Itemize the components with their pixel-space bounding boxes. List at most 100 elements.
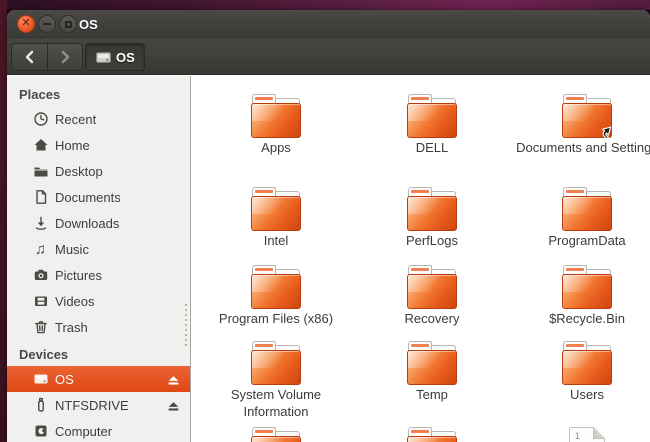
- sidebar-item-pictures[interactable]: Pictures: [7, 262, 190, 288]
- sidebar-item-music[interactable]: ♫ Music: [7, 236, 190, 262]
- folder-item-intel[interactable]: Intel: [201, 187, 351, 249]
- folder-icon: [251, 341, 301, 385]
- folder-icon: [251, 427, 301, 442]
- sidebar-item-label: Music: [55, 242, 89, 257]
- folder-item-dell[interactable]: DELL: [357, 94, 507, 156]
- folder-icon: [562, 265, 612, 309]
- folder-label: Program Files (x86): [201, 310, 351, 327]
- close-icon: ✕: [21, 18, 30, 29]
- folder-item-users[interactable]: Users: [512, 341, 650, 403]
- folder-icon: [251, 94, 301, 138]
- chevron-left-icon: [22, 49, 38, 65]
- folder-icon: [251, 265, 301, 309]
- folder-item-partial[interactable]: [357, 427, 507, 442]
- harddrive-icon: [32, 371, 49, 388]
- sidebar-item-label: Home: [55, 138, 90, 153]
- folder-label: PerfLogs: [357, 232, 507, 249]
- folder-label: Apps: [201, 139, 351, 156]
- chevron-right-icon: [57, 49, 73, 65]
- sidebar-item-label: Downloads: [55, 216, 119, 231]
- folder-view[interactable]: Apps DELL Documents and Settings Intel PerfL…: [191, 76, 650, 442]
- sidebar-item-label: Recent: [55, 112, 96, 127]
- maximize-icon: [65, 21, 72, 28]
- folder-icon: [407, 265, 457, 309]
- usb-drive-icon: [32, 397, 49, 414]
- folder-item-temp[interactable]: Temp: [357, 341, 507, 403]
- sidebar-item-label: Desktop: [55, 164, 103, 179]
- folder-icon: [407, 94, 457, 138]
- folder-item-documents-and-settings[interactable]: Documents and Settings: [512, 94, 650, 156]
- music-note-icon: ♫: [32, 241, 49, 258]
- toolbar: OS: [7, 38, 650, 75]
- sidebar-item-label: OS: [55, 372, 74, 387]
- navigation-group: [11, 43, 83, 71]
- main-area: PlacesRecentHomeDesktopDocumentsDownload…: [7, 76, 650, 442]
- folder-label: Temp: [357, 386, 507, 403]
- folder-item-apps[interactable]: Apps: [201, 94, 351, 156]
- maximize-button[interactable]: [59, 15, 77, 33]
- sidebar-item-label: Trash: [55, 320, 88, 335]
- home-icon: [32, 137, 49, 154]
- folder-item-program-files-x86-[interactable]: Program Files (x86): [201, 265, 351, 327]
- eject-icon[interactable]: [165, 371, 182, 388]
- back-button[interactable]: [12, 44, 47, 70]
- breadcrumb-os[interactable]: OS: [85, 43, 145, 71]
- sidebar-item-trash[interactable]: Trash: [7, 314, 190, 340]
- folder-label: DELL: [357, 139, 507, 156]
- trash-icon: [32, 319, 49, 336]
- folder-icon: [251, 187, 301, 231]
- folder-item-perflogs[interactable]: PerfLogs: [357, 187, 507, 249]
- desktop-background-top: [0, 0, 650, 10]
- film-icon: [32, 293, 49, 310]
- folder-icon: [562, 341, 612, 385]
- file-manager-window: ✕ OS OS PlacesRecentHomeDesktopDo: [7, 10, 650, 442]
- folder-item-programdata[interactable]: ProgramData: [512, 187, 650, 249]
- sidebar-item-os[interactable]: OS: [7, 366, 190, 392]
- forward-button[interactable]: [47, 44, 82, 70]
- folder-label: Recovery: [357, 310, 507, 327]
- folder-item-partial[interactable]: [201, 427, 351, 442]
- sidebar-item-label: Pictures: [55, 268, 102, 283]
- folder-item-recovery[interactable]: Recovery: [357, 265, 507, 327]
- folder-item--recycle-bin[interactable]: $Recycle.Bin: [512, 265, 650, 327]
- folder-icon: [562, 94, 612, 138]
- sidebar-item-videos[interactable]: Videos: [7, 288, 190, 314]
- desktop-background-left: [0, 0, 7, 442]
- document-icon: [32, 189, 49, 206]
- drive-icon: [95, 49, 112, 66]
- sidebar-item-home[interactable]: Home: [7, 132, 190, 158]
- minimize-button[interactable]: [38, 15, 56, 33]
- sidebar-item-label: Videos: [55, 294, 95, 309]
- folder-item-system-volume-information[interactable]: System Volume Information: [201, 341, 351, 420]
- screen: ✕ OS OS PlacesRecentHomeDesktopDo: [0, 0, 650, 442]
- sidebar-item-recent[interactable]: Recent: [7, 106, 190, 132]
- file-item-partial[interactable]: 1: [512, 427, 650, 442]
- text-file-icon: 1: [569, 427, 605, 442]
- sidebar-item-computer[interactable]: Computer: [7, 418, 190, 442]
- breadcrumb-label: OS: [116, 50, 135, 65]
- camera-icon: [32, 267, 49, 284]
- folder-label: ProgramData: [512, 232, 650, 249]
- sidebar-item-label: Computer: [55, 424, 112, 439]
- minimize-icon: [43, 23, 51, 25]
- sidebar-item-label: Documents: [55, 190, 121, 205]
- sidebar-item-documents[interactable]: Documents: [7, 184, 190, 210]
- close-button[interactable]: ✕: [17, 15, 35, 33]
- folder-icon: [407, 427, 457, 442]
- file-preview-text: 1: [575, 431, 580, 441]
- sidebar-item-ntfsdrive[interactable]: NTFSDRIVE: [7, 392, 190, 418]
- folder-icon: [407, 341, 457, 385]
- sidebar-header-devices: Devices: [7, 342, 190, 366]
- sidebar: PlacesRecentHomeDesktopDocumentsDownload…: [7, 76, 191, 442]
- download-icon: [32, 215, 49, 232]
- sidebar-item-label: NTFSDRIVE: [55, 398, 129, 413]
- titlebar[interactable]: ✕ OS: [7, 10, 650, 38]
- folder-label: Intel: [201, 232, 351, 249]
- sidebar-item-downloads[interactable]: Downloads: [7, 210, 190, 236]
- sidebar-item-desktop[interactable]: Desktop: [7, 158, 190, 184]
- folder-label: Users: [512, 386, 650, 403]
- computer-icon: [32, 423, 49, 440]
- folder-icon: [562, 187, 612, 231]
- folder-icon: [407, 187, 457, 231]
- eject-icon[interactable]: [165, 397, 182, 414]
